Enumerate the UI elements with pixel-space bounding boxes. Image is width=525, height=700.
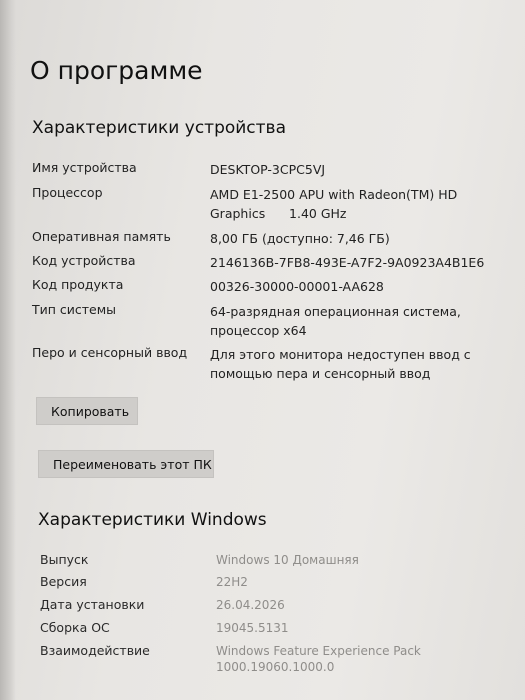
spec-label: Перо и сенсорный ввод bbox=[32, 345, 188, 360]
spec-label: Код устройства bbox=[32, 253, 136, 268]
spec-value-line: 00326-30000-00001-AA628 bbox=[210, 279, 384, 294]
spec-value: 2146136B-7FB8-493E-A7F2-9A0923A4B1E6 bbox=[210, 253, 490, 272]
spec-value-line: 1000.19060.1000.0 bbox=[216, 660, 335, 674]
spec-value-line: Windows 10 Домашняя bbox=[216, 553, 359, 567]
spec-value: 19045.5131 bbox=[216, 620, 476, 636]
spec-value-line: 8,00 ГБ (доступно: 7,46 ГБ) bbox=[210, 231, 390, 246]
spec-value-line: Graphics 1.40 GHz bbox=[210, 206, 347, 221]
spec-value: 00326-30000-00001-AA628 bbox=[210, 277, 490, 296]
window-left-edge bbox=[0, 0, 16, 700]
spec-value-line: 2146136B-7FB8-493E-A7F2-9A0923A4B1E6 bbox=[210, 255, 485, 270]
copy-button[interactable]: Копировать bbox=[36, 397, 138, 425]
windows-specs-heading: Характеристики Windows bbox=[38, 510, 267, 530]
spec-label: Сборка ОС bbox=[40, 620, 110, 635]
spec-value: 22H2 bbox=[216, 574, 476, 590]
spec-value: Windows Feature Experience Pack 1000.190… bbox=[216, 643, 476, 675]
spec-value: Для этого монитора недоступен ввод с пом… bbox=[210, 345, 490, 383]
spec-value-line: 19045.5131 bbox=[216, 621, 289, 635]
spec-value: Windows 10 Домашняя bbox=[216, 552, 476, 568]
spec-value-line: AMD E1-2500 APU with Radeon(TM) HD bbox=[210, 187, 458, 202]
spec-label: Версия bbox=[40, 574, 87, 589]
spec-value-line: Windows Feature Experience Pack bbox=[216, 644, 421, 658]
spec-value-line: 64-разрядная операционная система, bbox=[210, 304, 461, 319]
spec-value-line: 22H2 bbox=[216, 575, 248, 589]
spec-value-line: DESKTOP-3CPC5VJ bbox=[210, 162, 326, 177]
spec-value: AMD E1-2500 APU with Radeon(TM) HD Graph… bbox=[210, 185, 490, 223]
page-title: О программе bbox=[30, 56, 203, 85]
spec-label: Взаимодействие bbox=[40, 643, 150, 658]
spec-label: Имя устройства bbox=[32, 160, 137, 175]
spec-label: Процессор bbox=[32, 185, 103, 200]
spec-label: Выпуск bbox=[40, 552, 89, 567]
device-specs-heading: Характеристики устройства bbox=[32, 118, 286, 138]
spec-label: Оперативная память bbox=[32, 229, 171, 244]
spec-value: 8,00 ГБ (доступно: 7,46 ГБ) bbox=[210, 229, 490, 248]
rename-pc-button[interactable]: Переименовать этот ПК bbox=[38, 450, 214, 478]
spec-value-line: 26.04.2026 bbox=[216, 598, 285, 612]
spec-label: Тип системы bbox=[32, 302, 117, 317]
spec-value: DESKTOP-3CPC5VJ bbox=[210, 160, 490, 179]
spec-value-line: процессор x64 bbox=[210, 323, 307, 338]
spec-value-line: Для этого монитора недоступен ввод с bbox=[210, 347, 471, 362]
spec-value: 26.04.2026 bbox=[216, 597, 476, 613]
spec-label: Дата установки bbox=[40, 597, 145, 612]
spec-value-line: помощью пера и сенсорный ввод bbox=[210, 366, 431, 381]
about-settings-page: О программе Характеристики устройства Им… bbox=[0, 0, 525, 700]
spec-label: Код продукта bbox=[32, 277, 124, 292]
spec-value: 64-разрядная операционная система, проце… bbox=[210, 302, 490, 340]
